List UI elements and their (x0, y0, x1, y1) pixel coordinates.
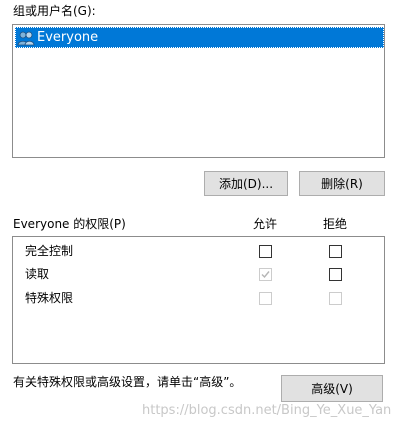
permissions-label: Everyone 的权限(P) (13, 217, 126, 231)
deny-checkbox-full-control[interactable] (329, 245, 342, 258)
check-icon (261, 271, 270, 279)
list-item-everyone[interactable]: Everyone (15, 27, 384, 48)
permission-name-special: 特殊权限 (25, 291, 74, 305)
advanced-button[interactable]: 高级(V) (281, 375, 383, 402)
users-icon (17, 30, 35, 46)
permission-name-full-control: 完全控制 (25, 244, 74, 258)
deny-column-header: 拒绝 (323, 217, 348, 231)
allow-checkbox-full-control[interactable] (259, 245, 272, 258)
permission-name-read: 读取 (25, 267, 50, 281)
remove-button[interactable]: 删除(R) (299, 171, 385, 196)
groups-listbox[interactable]: Everyone (12, 24, 385, 158)
allow-checkbox-read[interactable] (259, 268, 272, 281)
deny-checkbox-read[interactable] (329, 268, 342, 281)
deny-checkbox-special[interactable] (329, 292, 342, 305)
advanced-hint: 有关特殊权限或高级设置，请单击“高级”。 (13, 375, 242, 389)
groups-label: 组或用户名(G): (13, 4, 96, 18)
list-item-label: Everyone (37, 30, 99, 45)
allow-checkbox-special[interactable] (259, 292, 272, 305)
watermark-text: https://blog.csdn.net/Bing_Ye_Xue_Yan (142, 403, 392, 418)
allow-column-header: 允许 (253, 217, 278, 231)
add-button[interactable]: 添加(D)... (204, 171, 288, 196)
